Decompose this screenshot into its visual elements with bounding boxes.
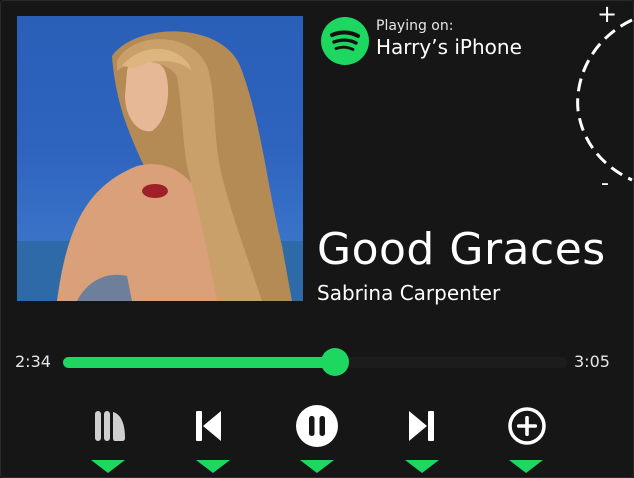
pause-icon	[296, 405, 338, 447]
track-title: Good Graces	[317, 224, 606, 275]
progress-fill	[63, 357, 336, 368]
library-button[interactable]	[87, 404, 131, 448]
previous-indicator-arrow	[196, 460, 230, 473]
time-elapsed: 2:34	[15, 352, 51, 371]
progress-bar[interactable]	[63, 348, 567, 376]
library-indicator-arrow	[91, 460, 125, 473]
skip-previous-icon	[196, 411, 221, 441]
volume-dial[interactable]	[570, 0, 634, 200]
add-indicator-arrow	[509, 460, 543, 473]
pause-button[interactable]	[295, 404, 339, 448]
device-name[interactable]: Harry’s iPhone	[376, 35, 522, 59]
volume-down-button[interactable]: -	[601, 172, 609, 196]
album-art	[17, 16, 303, 301]
track-artist: Sabrina Carpenter	[317, 281, 501, 305]
skip-next-icon	[409, 411, 434, 441]
playing-on-label: Playing on:	[376, 18, 454, 34]
volume-up-button[interactable]: +	[597, 2, 617, 26]
spotify-logo-icon	[321, 17, 369, 65]
next-indicator-arrow	[405, 460, 439, 473]
time-total: 3:05	[574, 352, 610, 371]
pause-indicator-arrow	[300, 460, 334, 473]
library-icon	[95, 411, 125, 441]
add-circle-icon	[508, 407, 546, 445]
previous-track-button[interactable]	[186, 404, 230, 448]
add-to-library-button[interactable]	[505, 404, 549, 448]
next-track-button[interactable]	[400, 404, 444, 448]
